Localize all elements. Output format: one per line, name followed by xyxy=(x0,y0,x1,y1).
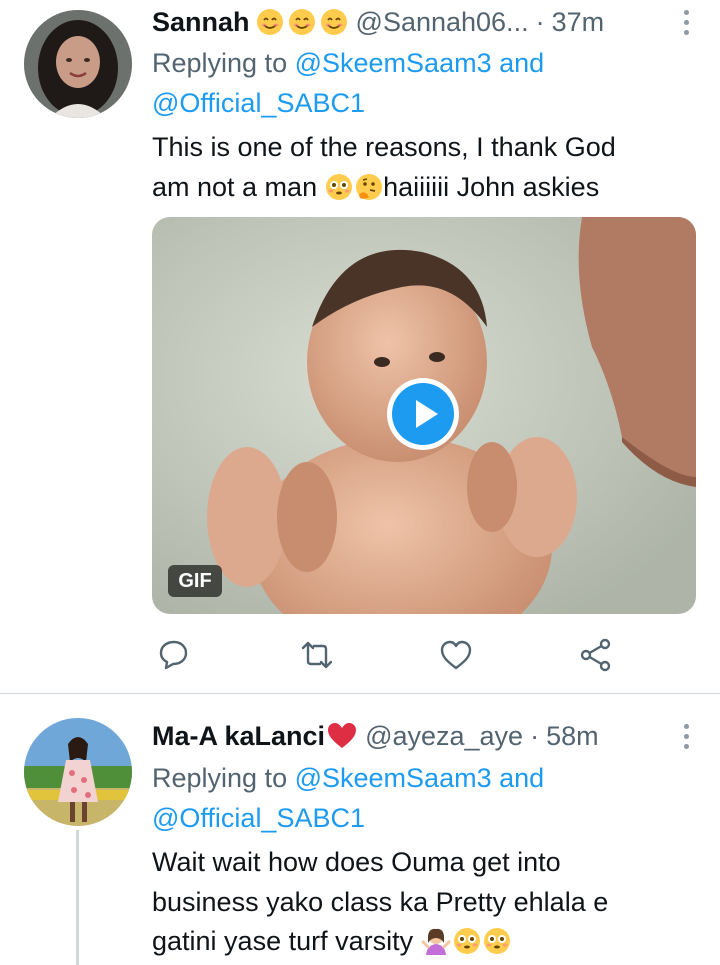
reply-icon[interactable] xyxy=(155,637,191,673)
replying-to-line2: @Official_SABC1 xyxy=(152,83,365,123)
avatar[interactable] xyxy=(24,10,132,118)
thread-line xyxy=(76,830,79,965)
timestamp[interactable]: 37m xyxy=(552,7,605,38)
gif-badge: GIF xyxy=(168,565,222,597)
smiling-face-emoji xyxy=(256,9,283,35)
reply-mention-skeemsaam[interactable]: @SkeemSaam3 xyxy=(295,48,492,78)
tweet-text-line1: This is one of the reasons, I thank God xyxy=(152,132,616,162)
replying-prefix: Replying to xyxy=(152,48,288,78)
tweet-text-line2: am not a man haiiiiii John askies xyxy=(152,167,599,207)
red-heart-emoji xyxy=(328,723,357,748)
display-name[interactable]: Ma-A kaLanci xyxy=(152,721,325,752)
reply-mention-sabc1[interactable]: @Official_SABC1 xyxy=(152,88,365,118)
play-button-icon[interactable] xyxy=(385,376,461,452)
tweet-actions xyxy=(152,637,696,673)
like-heart-icon[interactable] xyxy=(438,637,474,673)
tweet-text-line3: gatini yase turf varsity xyxy=(152,921,511,961)
tweet-text-part: am not a man xyxy=(152,172,318,202)
display-name[interactable]: Sannah xyxy=(152,7,250,38)
tweet-text-line1: Wait wait how does Ouma get into xyxy=(152,847,561,877)
reply-mention-sabc1[interactable]: @Official_SABC1 xyxy=(152,803,365,833)
retweet-icon[interactable] xyxy=(299,637,335,673)
tweet-text-part: haiiiiii John askies xyxy=(383,172,600,202)
more-options-icon[interactable] xyxy=(682,10,690,35)
tweet-header: Ma-A kaLanci @ayeza_aye · 58m xyxy=(152,716,599,756)
flushed-face-emoji xyxy=(484,928,511,954)
replying-to: Replying to @SkeemSaam3 and xyxy=(152,758,544,798)
separator-dot: · xyxy=(530,720,540,751)
user-handle[interactable]: @Sannah06... xyxy=(356,7,529,38)
user-handle[interactable]: @ayeza_aye xyxy=(365,721,523,752)
smiling-face-emoji xyxy=(288,9,315,35)
replying-to-line2: @Official_SABC1 xyxy=(152,798,365,838)
more-options-icon[interactable] xyxy=(682,724,690,749)
share-icon[interactable] xyxy=(578,637,614,673)
tweet-sannah[interactable]: Sannah @Sannah06... · 37m Replying to @S… xyxy=(0,0,720,693)
smiling-face-emoji xyxy=(320,9,347,35)
avatar[interactable] xyxy=(24,718,132,826)
separator-dot: · xyxy=(535,6,545,37)
thinking-face-emoji xyxy=(356,174,383,200)
reply-mention-skeemsaam[interactable]: @SkeemSaam3 xyxy=(295,763,492,793)
timestamp[interactable]: 58m xyxy=(546,721,599,752)
replying-prefix: Replying to xyxy=(152,763,288,793)
tweet-text-line2: business yako class ka Pretty ehlala e xyxy=(152,887,609,917)
flushed-face-emoji xyxy=(326,174,353,200)
person-shrugging-emoji xyxy=(421,928,451,955)
name-emojis xyxy=(256,8,348,36)
tweet-header: Sannah @Sannah06... · 37m xyxy=(152,2,604,42)
replying-to: Replying to @SkeemSaam3 and xyxy=(152,43,544,83)
flushed-face-emoji xyxy=(454,928,481,954)
tweet-text-part: gatini yase turf varsity xyxy=(152,926,414,956)
reply-and[interactable]: and xyxy=(499,48,544,78)
reply-and[interactable]: and xyxy=(499,763,544,793)
